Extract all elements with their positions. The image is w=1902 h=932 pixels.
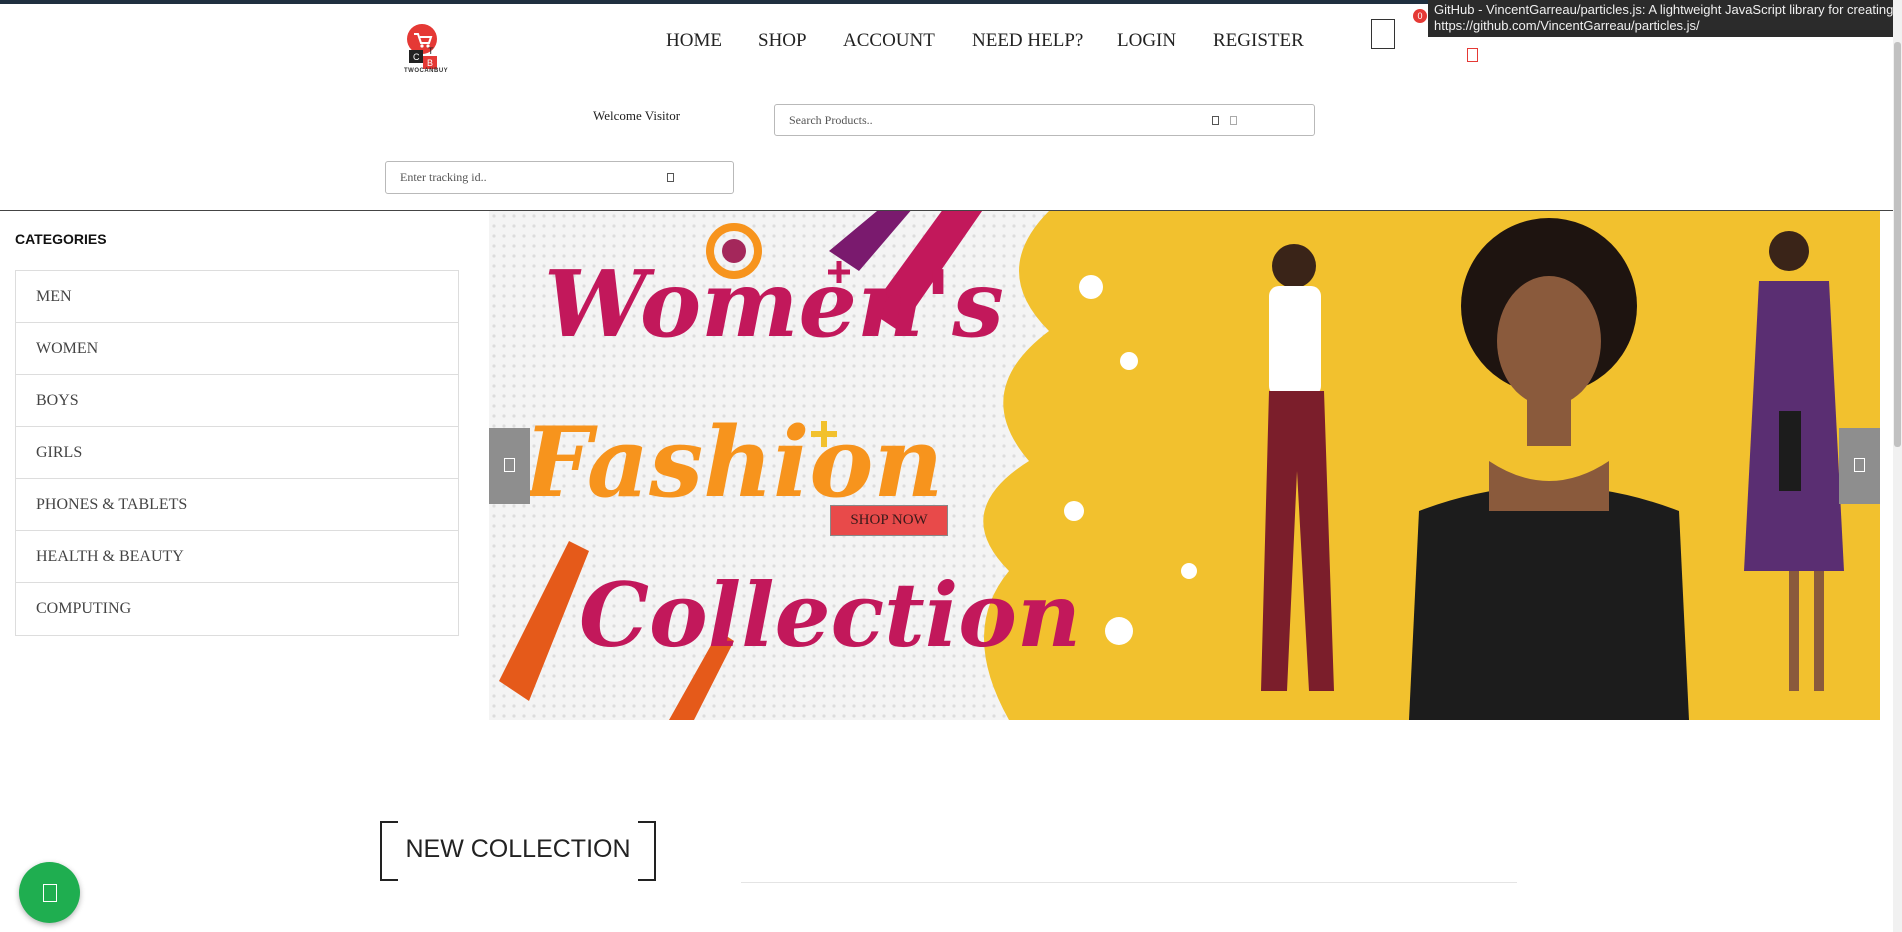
category-women[interactable]: WOMEN [16, 323, 458, 375]
carousel-prev-button[interactable] [489, 428, 530, 504]
category-computing[interactable]: COMPUTING [16, 583, 458, 635]
logo-letter-c: C [413, 52, 420, 62]
link-tooltip: GitHub - VincentGarreau/particles.js: A … [1428, 0, 1902, 37]
whatsapp-chat-button[interactable] [19, 862, 80, 923]
page-scrollbar[interactable] [1893, 0, 1902, 932]
tooltip-title: GitHub - VincentGarreau/particles.js: A … [1434, 2, 1902, 17]
nav-account[interactable]: ACCOUNT [843, 30, 935, 52]
whatsapp-icon [43, 884, 57, 902]
category-girls[interactable]: GIRLS [16, 427, 458, 479]
nav-register[interactable]: REGISTER [1213, 30, 1304, 52]
shop-now-button[interactable]: SHOP NOW [830, 505, 948, 536]
category-boys[interactable]: BOYS [16, 375, 458, 427]
nav-home[interactable]: HOME [666, 30, 722, 52]
carousel-next-button[interactable] [1839, 428, 1880, 504]
banner-line-1: Women's [544, 250, 1004, 358]
section-title: NEW COLLECTION [405, 835, 631, 863]
hero-banner: Women's Fashion Collection [489, 211, 1880, 720]
categories-list: MEN WOMEN BOYS GIRLS PHONES & TABLETS HE… [15, 270, 459, 636]
logo-letter-b: B [427, 58, 433, 68]
category-men[interactable]: MEN [16, 271, 458, 323]
nav-login[interactable]: LOGIN [1117, 30, 1176, 52]
new-collection-heading: NEW COLLECTION [380, 821, 656, 883]
category-health-beauty[interactable]: HEALTH & BEAUTY [16, 531, 458, 583]
logo-letter-t: T [428, 46, 434, 56]
scrollbar-thumb[interactable] [1894, 42, 1901, 447]
nav-shop[interactable]: SHOP [758, 30, 807, 52]
logo-wordmark: TWOCANBUY [404, 68, 449, 74]
chevron-left-icon [504, 458, 515, 472]
banner-artwork: Women's Fashion Collection [489, 211, 1880, 720]
tracking-input[interactable] [398, 169, 782, 186]
cart-count-badge: 0 [1413, 9, 1427, 23]
tracking-search-icon[interactable] [667, 173, 674, 182]
banner-line-2: Fashion [521, 406, 943, 519]
nav-need-help[interactable]: NEED HELP? [972, 30, 1083, 52]
tracking-box [385, 161, 782, 194]
category-phones-tablets[interactable]: PHONES & TABLETS [16, 479, 458, 531]
voice-search-icon[interactable] [1230, 116, 1237, 125]
section-divider [741, 882, 1517, 883]
chevron-right-icon [1854, 458, 1865, 472]
welcome-text: Welcome Visitor [593, 108, 681, 123]
search-icon[interactable] [1212, 116, 1219, 125]
search-input[interactable] [787, 112, 1171, 129]
banner-line-3: Collection [579, 563, 1081, 667]
search-box [774, 104, 1315, 136]
cart-icon[interactable] [1371, 19, 1395, 49]
categories-title: CATEGORIES [15, 231, 107, 247]
wishlist-icon[interactable] [1467, 48, 1478, 62]
tooltip-url: https://github.com/VincentGarreau/partic… [1434, 18, 1700, 33]
